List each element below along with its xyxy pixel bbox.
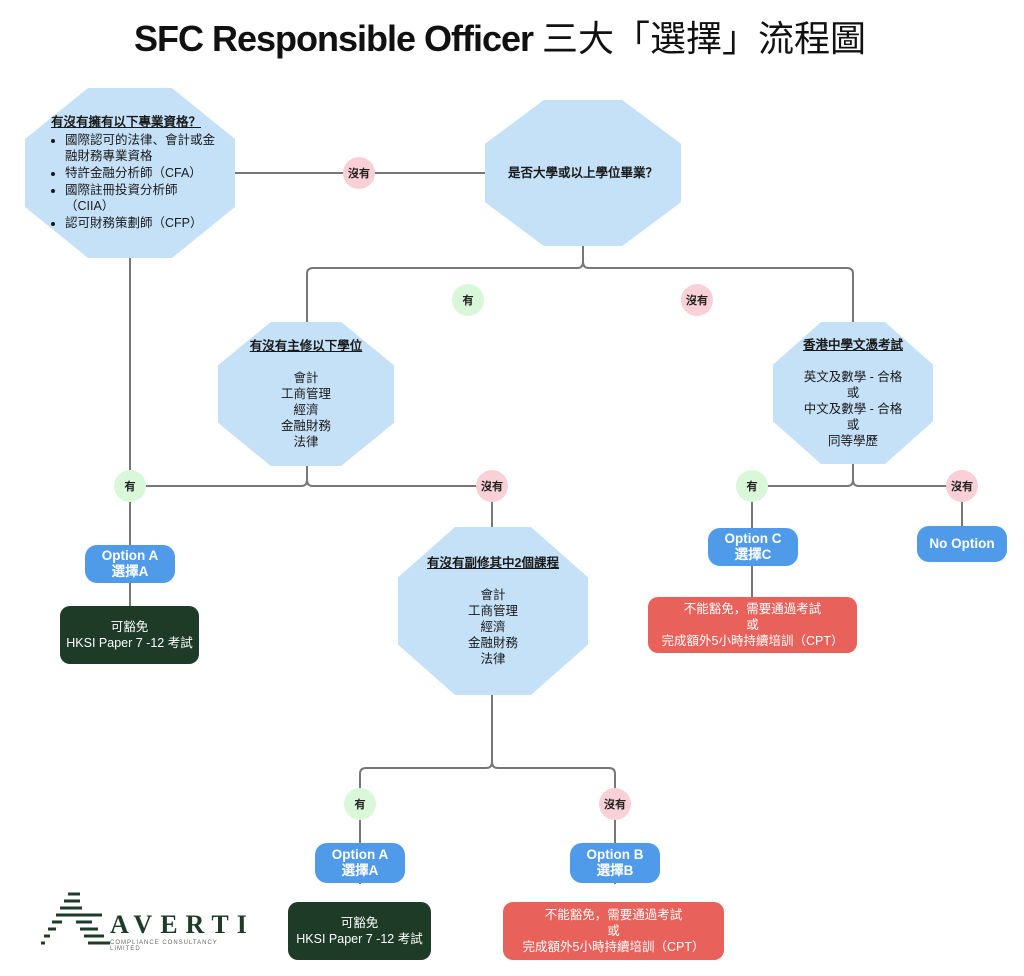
result-line: 完成額外5小時持續培訓（CPT） <box>661 634 844 648</box>
question-text: 有沒有主修以下學位 <box>249 339 363 353</box>
result-exempt-bottom: 可豁免 HKSI Paper 7 -12 考試 <box>288 902 431 960</box>
requirement-item: 中文及數學 - 合格 <box>803 402 903 416</box>
badge-yes-professional-major: 有 <box>114 470 146 502</box>
qualification-item: 認可財務策劃師（CFP） <box>65 215 215 231</box>
option-a-bottom: Option A 選擇A <box>315 843 405 883</box>
subject-item: 法律 <box>293 435 319 449</box>
result-line: 可豁免 <box>110 620 149 634</box>
badge-no-minor: 沒有 <box>599 788 631 820</box>
option-label-en: Option B <box>586 847 644 862</box>
subject-item: 會計 <box>293 371 319 385</box>
subject-item: 工商管理 <box>467 604 518 618</box>
connector-degree-split <box>306 246 854 300</box>
logo-name: AVERTI <box>110 910 255 939</box>
option-label-en: Option A <box>101 548 159 563</box>
question-text: 有沒有擁有以下專業資格？ <box>51 115 202 129</box>
result-line: HKSI Paper 7 -12 考試 <box>66 636 193 650</box>
qualification-item: 國際認可的法律、會計或金融財務專業資格 <box>65 132 215 164</box>
option-label-en: Option A <box>331 847 389 862</box>
subject-item: 會計 <box>480 588 506 602</box>
result-line: HKSI Paper 7 -12 考試 <box>296 932 423 946</box>
option-label-en: No Option <box>929 536 995 551</box>
result-line: 或 <box>607 924 620 938</box>
result-line: 可豁免 <box>340 916 379 930</box>
result-line: 不能豁免，需要通過考試 <box>683 602 822 616</box>
result-not-exempt-c: 不能豁免，需要通過考試 或 完成額外5小時持續培訓（CPT） <box>648 597 857 653</box>
subject-item: 法律 <box>480 652 506 666</box>
option-a-left: Option A 選擇A <box>85 545 175 583</box>
option-none: No Option <box>917 526 1007 562</box>
badge-no-professional: 沒有 <box>343 157 375 189</box>
qualification-list: 國際認可的法律、會計或金融財務專業資格 特許金融分析師（CFA） 國際註冊投資分… <box>51 132 215 232</box>
subject-item: 經濟 <box>293 403 319 417</box>
option-label-zh: 選擇A <box>111 564 149 579</box>
result-exempt-left: 可豁免 HKSI Paper 7 -12 考試 <box>60 606 199 664</box>
option-b: Option B 選擇B <box>570 843 660 883</box>
result-line: 完成額外5小時持續培訓（CPT） <box>522 940 705 954</box>
badge-yes-hkdse: 有 <box>736 470 768 502</box>
subject-item: 工商管理 <box>280 387 331 401</box>
requirement-item: 或 <box>846 418 860 432</box>
result-line: 不能豁免，需要通過考試 <box>544 908 683 922</box>
question-text: 香港中學文憑考試 <box>802 338 903 352</box>
averti-logo: AVERTI COMPLIANCE CONSULTANCY LIMITED <box>40 890 247 952</box>
qualification-item: 國際註冊投資分析師（CIIA） <box>65 182 215 214</box>
requirement-item: 或 <box>846 386 860 400</box>
connector-major-split <box>130 465 492 487</box>
option-c: Option C 選擇C <box>708 528 798 566</box>
subject-item: 金融財務 <box>467 636 518 650</box>
qualification-item: 特許金融分析師（CFA） <box>65 165 215 181</box>
badge-no-hkdse: 沒有 <box>946 470 978 502</box>
logo-tagline: COMPLIANCE CONSULTANCY LIMITED <box>110 940 218 952</box>
requirement-item: 英文及數學 - 合格 <box>803 370 903 384</box>
question-professional-qualifications: 有沒有擁有以下專業資格？ 國際認可的法律、會計或金融財務專業資格 特許金融分析師… <box>25 88 235 258</box>
connector-hkdse-split <box>752 463 962 487</box>
question-text: 有沒有副修其中2個課程 <box>427 556 559 570</box>
badge-no-major: 沒有 <box>476 470 508 502</box>
subject-item: 金融財務 <box>280 419 331 433</box>
option-label-en: Option C <box>724 531 782 546</box>
connector-minor-split <box>359 695 616 845</box>
option-label-zh: 選擇C <box>734 547 772 562</box>
question-minor: 有沒有副修其中2個課程 會計 工商管理 經濟 金融財務 法律 <box>398 527 588 695</box>
result-not-exempt-b: 不能豁免，需要通過考試 或 完成額外5小時持續培訓（CPT） <box>503 902 724 960</box>
question-degree: 是否大學或以上學位畢業？ <box>485 100 681 246</box>
badge-yes-degree: 有 <box>452 284 484 316</box>
averti-logo-mark-icon <box>41 892 110 945</box>
question-text: 是否大學或以上學位畢業？ <box>507 166 658 180</box>
option-label-zh: 選擇A <box>341 863 379 878</box>
result-line: 或 <box>746 618 759 632</box>
subject-item: 經濟 <box>480 620 506 634</box>
badge-yes-minor: 有 <box>344 788 376 820</box>
requirement-item: 同等學歷 <box>827 434 878 448</box>
option-label-zh: 選擇B <box>596 863 634 878</box>
badge-no-degree: 沒有 <box>681 284 713 316</box>
